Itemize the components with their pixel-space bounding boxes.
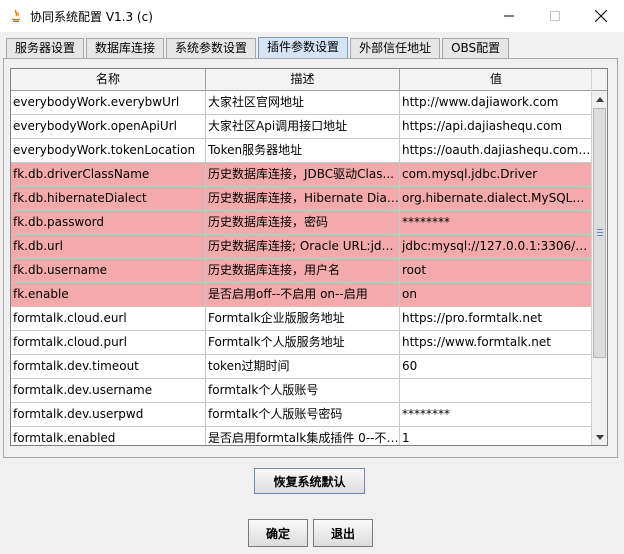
cell-description[interactable]: Formtalk个人版服务地址 — [206, 331, 400, 354]
scrollbar-thumb[interactable] — [593, 108, 606, 358]
cell-name[interactable]: fk.enable — [11, 283, 206, 306]
scroll-down-button[interactable] — [592, 429, 607, 445]
table-body: everybodyWork.everybwUrl 大家社区官网地址 http://w… — [11, 91, 593, 445]
tab-external-trusted-addresses[interactable]: 外部信任地址 — [350, 38, 441, 59]
minimize-button[interactable] — [486, 0, 532, 32]
maximize-button[interactable] — [532, 0, 578, 32]
cell-value[interactable]: https://oauth.dajiashequ.com/oa... — [400, 139, 593, 162]
cell-name[interactable]: formtalk.dev.timeout — [11, 355, 206, 378]
cell-description[interactable]: token过期时间 — [206, 355, 400, 378]
arrow-up-icon — [595, 96, 604, 102]
close-icon — [595, 10, 607, 22]
window-controls — [486, 0, 624, 32]
tab-bar: 服务器设置 数据库连接 系统参数设置 插件参数设置 外部信任地址 OBS配置 — [6, 37, 511, 59]
cell-description[interactable]: 是否启用formtalk集成插件 0--不启... — [206, 427, 400, 445]
cell-name[interactable]: fk.db.hibernateDialect — [11, 187, 206, 210]
java-app-icon — [11, 9, 21, 23]
exit-button[interactable]: 退出 — [313, 519, 373, 547]
table-row[interactable]: everybodyWork.openApiUrl 大家社区Api调用接口地址 htt… — [11, 115, 593, 139]
column-header-description[interactable]: 描述 — [206, 69, 400, 91]
table-row[interactable]: formtalk.cloud.purl Formtalk个人版服务地址 https:… — [11, 331, 593, 355]
cell-name[interactable]: fk.db.driverClassName — [11, 163, 206, 186]
window-title: 协同系统配置 V1.3 (c) — [30, 9, 153, 24]
column-header-name[interactable]: 名称 — [11, 69, 206, 91]
scrollbar-grip — [597, 235, 603, 236]
table-row[interactable]: fk.db.hibernateDialect 历史数据库连接，Hibernate … — [11, 187, 593, 211]
scrollbar-corner — [592, 69, 607, 91]
ok-button[interactable]: 确定 — [248, 519, 308, 547]
cell-value[interactable]: https://pro.formtalk.net — [400, 307, 593, 330]
scroll-up-button[interactable] — [592, 91, 607, 107]
cell-name[interactable]: fk.db.url — [11, 235, 206, 258]
table-row[interactable]: fk.enable 是否启用off--不启用 on--启用 on — [11, 283, 593, 307]
table-row[interactable]: formtalk.dev.userpwd formtalk个人版账号密码 *****… — [11, 403, 593, 427]
cell-name[interactable]: formtalk.dev.userpwd — [11, 403, 206, 426]
table-row[interactable]: formtalk.cloud.eurl Formtalk企业版服务地址 https:… — [11, 307, 593, 331]
cell-name[interactable]: formtalk.cloud.purl — [11, 331, 206, 354]
cell-description[interactable]: 历史数据库连接，JDBC驱动Clas... — [206, 163, 400, 186]
plugin-parameters-table: 名称 描述 值 everybodyWork.everybwUrl 大家社区官网地址… — [10, 68, 608, 446]
table-row[interactable]: fk.db.driverClassName 历史数据库连接，JDBC驱动Clas.… — [11, 163, 593, 187]
table-row[interactable]: formtalk.dev.timeout token过期时间 60 — [11, 355, 593, 379]
cell-name[interactable]: formtalk.cloud.eurl — [11, 307, 206, 330]
table-header: 名称 描述 值 — [11, 69, 593, 91]
tab-database-connection[interactable]: 数据库连接 — [86, 38, 165, 59]
cell-value[interactable]: ******** — [400, 403, 593, 426]
cell-value[interactable]: on — [400, 283, 593, 306]
table-row[interactable]: everybodyWork.everybwUrl 大家社区官网地址 http://w… — [11, 91, 593, 115]
scrollbar-grip — [597, 229, 603, 230]
tab-server-settings[interactable]: 服务器设置 — [6, 38, 85, 59]
cell-value[interactable]: https://www.formtalk.net — [400, 331, 593, 354]
table-row[interactable]: formtalk.enabled 是否启用formtalk集成插件 0--不启..… — [11, 427, 593, 445]
cell-name[interactable]: everybodyWork.everybwUrl — [11, 91, 206, 114]
cell-value[interactable]: 1 — [400, 427, 593, 445]
cell-description[interactable]: 是否启用off--不启用 on--启用 — [206, 283, 400, 306]
cell-value[interactable]: root — [400, 259, 593, 282]
cell-value[interactable]: org.hibernate.dialect.MySQLDial... — [400, 187, 593, 210]
scrollbar-grip — [597, 232, 603, 233]
cell-value[interactable]: jdbc:mysql://127.0.0.1:3306/v82s... — [400, 235, 593, 258]
tab-system-parameters[interactable]: 系统参数设置 — [166, 38, 257, 59]
cell-description[interactable]: 历史数据库连接; Oracle URL:jdbc... — [206, 235, 400, 258]
cell-name[interactable]: fk.db.username — [11, 259, 206, 282]
cell-description[interactable]: Token服务器地址 — [206, 139, 400, 162]
cell-description[interactable]: Formtalk企业版服务地址 — [206, 307, 400, 330]
cell-name[interactable]: formtalk.dev.username — [11, 379, 206, 402]
vertical-scrollbar[interactable] — [591, 69, 607, 445]
cell-name[interactable]: fk.db.password — [11, 211, 206, 234]
cell-description[interactable]: 历史数据库连接，Hibernate Dialect — [206, 187, 400, 210]
tab-obs-config[interactable]: OBS配置 — [442, 38, 510, 59]
cell-description[interactable]: formtalk个人版账号密码 — [206, 403, 400, 426]
cell-value[interactable]: 60 — [400, 355, 593, 378]
cell-value[interactable]: https://api.dajiashequ.com — [400, 115, 593, 138]
table-row[interactable]: formtalk.dev.username formtalk个人版账号 — [11, 379, 593, 403]
cell-description[interactable]: formtalk个人版账号 — [206, 379, 400, 402]
table-row[interactable]: everybodyWork.tokenLocation Token服务器地址 htt… — [11, 139, 593, 163]
table-row[interactable]: fk.db.username 历史数据库连接，用户名 root — [11, 259, 593, 283]
cell-description[interactable]: 大家社区官网地址 — [206, 91, 400, 114]
column-header-value[interactable]: 值 — [400, 69, 593, 91]
close-button[interactable] — [578, 0, 624, 32]
cell-name[interactable]: formtalk.enabled — [11, 427, 206, 445]
cell-description[interactable]: 大家社区Api调用接口地址 — [206, 115, 400, 138]
cell-value[interactable]: http://www.dajiawork.com — [400, 91, 593, 114]
cell-description[interactable]: 历史数据库连接，用户名 — [206, 259, 400, 282]
title-bar: 协同系统配置 V1.3 (c) — [0, 0, 624, 32]
cell-description[interactable]: 历史数据库连接，密码 — [206, 211, 400, 234]
cell-name[interactable]: everybodyWork.tokenLocation — [11, 139, 206, 162]
cell-value[interactable]: com.mysql.jdbc.Driver — [400, 163, 593, 186]
maximize-icon — [550, 11, 560, 21]
table-row[interactable]: fk.db.password 历史数据库连接，密码 ******** — [11, 211, 593, 235]
arrow-down-icon — [595, 434, 604, 440]
cell-name[interactable]: everybodyWork.openApiUrl — [11, 115, 206, 138]
table-row[interactable]: fk.db.url 历史数据库连接; Oracle URL:jdbc... jdbc… — [11, 235, 593, 259]
restore-defaults-button[interactable]: 恢复系统默认 — [254, 468, 365, 494]
cell-value[interactable] — [400, 379, 593, 402]
cell-value[interactable]: ******** — [400, 211, 593, 234]
tab-plugin-parameters[interactable]: 插件参数设置 — [258, 37, 349, 59]
minimize-icon — [504, 15, 514, 17]
